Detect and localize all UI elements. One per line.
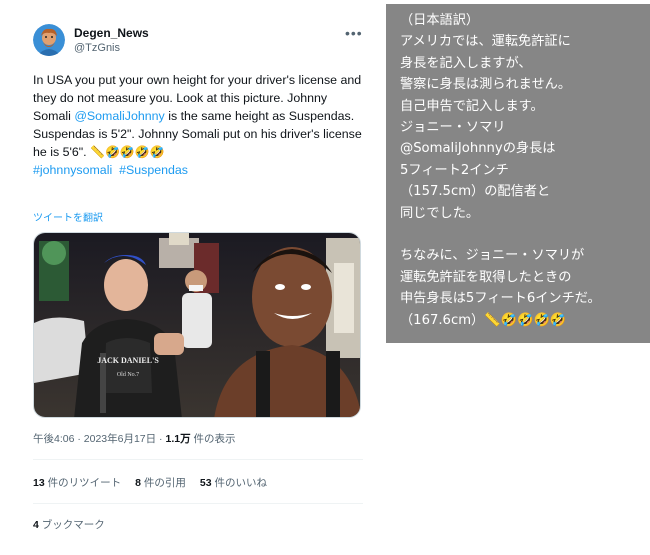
likes-label: 件のいいね [211, 477, 267, 489]
quotes-stat[interactable]: 8 件の引用 [135, 475, 186, 490]
bookmarks-stat[interactable]: 4 ブックマーク [33, 517, 105, 532]
mention-link[interactable]: @SomaliJohnny [74, 109, 164, 123]
emoji-sequence: 📏🤣🤣🤣🤣 [90, 145, 165, 159]
divider [33, 503, 363, 504]
display-name[interactable]: Degen_News [74, 26, 149, 40]
tweet-stats: 13 件のリツイート 8 件の引用 53 件のいいね [33, 475, 267, 490]
retweets-count: 13 [33, 477, 45, 489]
photo-illustration: JACK DANIEL'S Old No.7 [34, 233, 360, 417]
likes-stat[interactable]: 53 件のいいね [200, 475, 267, 490]
quotes-label: 件の引用 [140, 477, 186, 489]
shirt-text-2: Old No.7 [117, 372, 139, 378]
avatar-image [33, 24, 65, 56]
tweet-card: Degen_News @TzGnis ••• In USA you put yo… [0, 0, 380, 555]
views-label: 件の表示 [190, 433, 236, 445]
translate-tweet-link[interactable]: ツイートを翻訳 [33, 209, 103, 224]
user-handle[interactable]: @TzGnis [74, 42, 120, 54]
shirt-text-1: JACK DANIEL'S [97, 356, 159, 365]
hashtag-suspendas[interactable]: #Suspendas [119, 163, 188, 177]
divider [33, 459, 363, 460]
more-options-icon[interactable]: ••• [345, 25, 363, 41]
retweets-label: 件のリツイート [44, 477, 122, 489]
bookmarks-label: ブックマーク [38, 519, 105, 531]
retweets-stat[interactable]: 13 件のリツイート [33, 475, 121, 490]
tweet-meta: 午後4:06 · 2023年6月17日 · 1.1万 件の表示 [33, 431, 236, 446]
likes-count: 53 [199, 477, 212, 489]
tweet-text: In USA you put your own height for your … [33, 71, 363, 179]
views-count: 1.1万 [165, 433, 191, 445]
avatar[interactable] [33, 24, 65, 56]
tweet-photo[interactable]: JACK DANIEL'S Old No.7 [33, 232, 361, 418]
japanese-translation-panel: （日本語訳） アメリカでは、運転免許証に 身長を記入しますが、 警察に身長は測ら… [386, 4, 650, 343]
tweet-timestamp[interactable]: 午後4:06 · 2023年6月17日 · [33, 433, 165, 445]
japanese-translation-text: （日本語訳） アメリカでは、運転免許証に 身長を記入しますが、 警察に身長は測ら… [400, 13, 601, 328]
hashtag-johnnysomali[interactable]: #johnnysomali [33, 163, 112, 177]
